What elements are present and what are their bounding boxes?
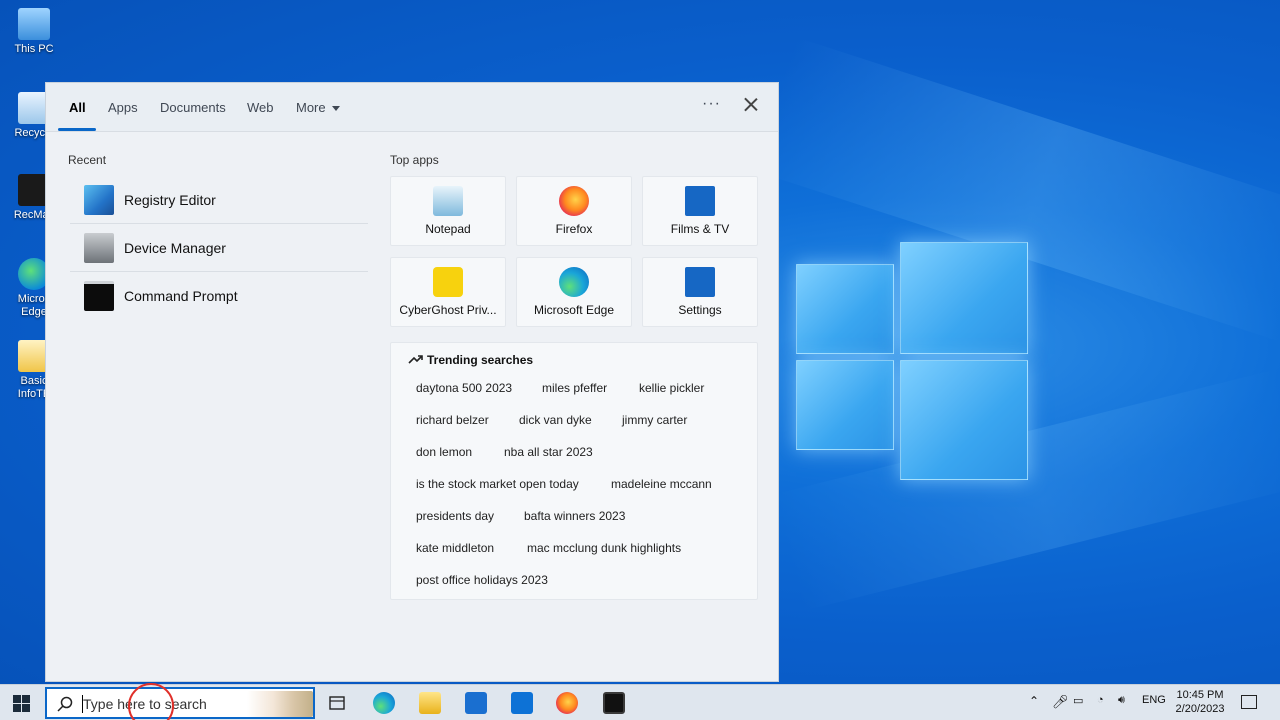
- trending-search-link[interactable]: madeleine mccann: [611, 477, 712, 491]
- notifications-icon[interactable]: [1241, 695, 1257, 709]
- trending-search-link[interactable]: daytona 500 2023: [416, 381, 512, 395]
- taskbar: Type here to search ⌃ 🎤︎ ▭ ◔ 🔊︎ ENG 10:4…: [0, 684, 1280, 720]
- close-icon[interactable]: [741, 95, 761, 115]
- divider: [70, 223, 368, 224]
- top-app-settings[interactable]: Settings: [642, 257, 758, 327]
- recent-item-registry-editor[interactable]: Registry Editor: [68, 177, 368, 223]
- settings-gear-icon: [685, 267, 715, 297]
- tab-web[interactable]: Web: [247, 100, 274, 115]
- trending-search-link[interactable]: miles pfeffer: [542, 381, 607, 395]
- trending-search-link[interactable]: post office holidays 2023: [416, 573, 548, 587]
- recent-item-label: Registry Editor: [124, 192, 216, 208]
- trending-search-link[interactable]: jimmy carter: [622, 413, 687, 427]
- tab-more-label: More: [296, 100, 326, 115]
- recent-heading: Recent: [68, 153, 107, 167]
- trending-search-link[interactable]: kate middleton: [416, 541, 494, 555]
- trending-search-link[interactable]: kellie pickler: [639, 381, 704, 395]
- tab-documents[interactable]: Documents: [160, 100, 226, 115]
- command-prompt-icon: [84, 281, 114, 311]
- top-app-notepad[interactable]: Notepad: [390, 176, 506, 246]
- tab-more[interactable]: More: [296, 100, 340, 115]
- start-button[interactable]: [13, 695, 30, 712]
- films-tv-icon: [685, 186, 715, 216]
- notepad-icon: [433, 186, 463, 216]
- battery-icon[interactable]: ▭: [1073, 694, 1083, 707]
- firefox-icon[interactable]: [556, 692, 578, 714]
- tab-apps[interactable]: Apps: [108, 100, 138, 115]
- registry-editor-icon: [84, 185, 114, 215]
- edge-icon[interactable]: [373, 692, 395, 714]
- divider: [70, 271, 368, 272]
- mail-icon[interactable]: [511, 692, 533, 714]
- windows-logo-wallpaper: [796, 242, 1028, 480]
- tab-all[interactable]: All: [69, 100, 86, 115]
- top-app-label: Films & TV: [670, 222, 730, 236]
- chevron-down-icon: [331, 106, 340, 112]
- top-app-label: Microsoft Edge: [533, 303, 615, 317]
- computer-icon: [18, 8, 50, 40]
- device-manager-icon: [84, 233, 114, 263]
- clock-time: 10:45 PM: [1176, 689, 1224, 701]
- top-apps-heading: Top apps: [390, 153, 439, 167]
- cyberghost-icon: [433, 267, 463, 297]
- options-ellipsis-button[interactable]: ···: [702, 95, 721, 113]
- language-indicator[interactable]: ENG: [1142, 694, 1166, 706]
- trending-search-link[interactable]: bafta winners 2023: [524, 509, 625, 523]
- task-view-icon[interactable]: [326, 692, 348, 714]
- trending-search-link[interactable]: don lemon: [416, 445, 472, 459]
- chevron-up-icon[interactable]: ⌃: [1029, 694, 1039, 708]
- trending-search-link[interactable]: is the stock market open today: [416, 477, 579, 491]
- top-app-cyberghost[interactable]: CyberGhost Priv...: [390, 257, 506, 327]
- top-app-label: CyberGhost Priv...: [399, 303, 497, 317]
- firefox-icon: [559, 186, 589, 216]
- top-app-label: Notepad: [425, 222, 471, 236]
- store-icon[interactable]: [465, 692, 487, 714]
- recorder-icon[interactable]: [603, 692, 625, 714]
- trending-search-link[interactable]: richard belzer: [416, 413, 489, 427]
- wifi-icon[interactable]: ◔: [1097, 694, 1104, 706]
- search-icon: [57, 696, 73, 712]
- volume-icon[interactable]: 🔊︎: [1118, 694, 1125, 707]
- taskbar-search-box[interactable]: Type here to search: [45, 687, 315, 719]
- trending-search-link[interactable]: mac mcclung dunk highlights: [527, 541, 681, 555]
- search-highlight-illustration: [247, 691, 313, 717]
- trending-search-link[interactable]: nba all star 2023: [504, 445, 593, 459]
- trending-searches-card: Trending searches daytona 500 2023 miles…: [390, 342, 758, 600]
- clock-date: 2/20/2023: [1175, 703, 1225, 715]
- top-app-microsoft-edge[interactable]: Microsoft Edge: [516, 257, 632, 327]
- trending-search-link[interactable]: dick van dyke: [519, 413, 592, 427]
- edge-icon: [559, 267, 589, 297]
- search-tabs-bar: All Apps Documents Web More ···: [46, 83, 778, 132]
- file-explorer-icon[interactable]: [419, 692, 441, 714]
- top-app-label: Firefox: [555, 222, 593, 236]
- top-app-films-tv[interactable]: Films & TV: [642, 176, 758, 246]
- desktop-icon-this-pc[interactable]: This PC: [4, 8, 64, 56]
- recent-item-device-manager[interactable]: Device Manager: [68, 225, 368, 271]
- microphone-icon[interactable]: 🎤︎: [1052, 694, 1069, 710]
- trending-searches-heading: Trending searches: [427, 353, 534, 367]
- active-tab-indicator: [58, 128, 96, 131]
- top-app-label: Settings: [678, 303, 722, 317]
- trending-search-link[interactable]: presidents day: [416, 509, 494, 523]
- search-panel: All Apps Documents Web More ··· Recent R…: [45, 82, 779, 682]
- recent-item-command-prompt[interactable]: Command Prompt: [68, 273, 368, 319]
- clock[interactable]: 10:45 PM 2/20/2023: [1170, 688, 1230, 716]
- trending-arrow-icon: [408, 355, 423, 364]
- recent-item-label: Command Prompt: [124, 288, 238, 304]
- recent-item-label: Device Manager: [124, 240, 226, 256]
- top-app-firefox[interactable]: Firefox: [516, 176, 632, 246]
